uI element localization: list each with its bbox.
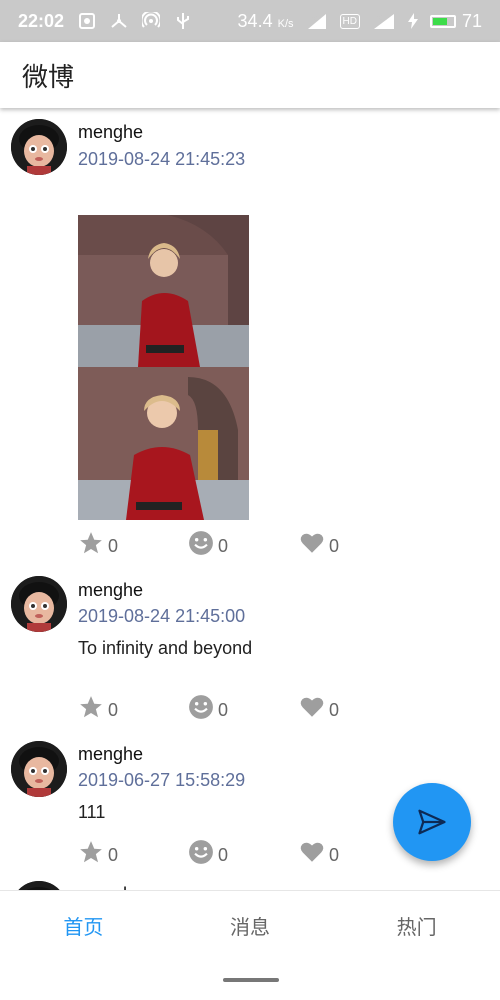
- smile-count: 0: [218, 535, 229, 556]
- smile-icon: [189, 695, 213, 719]
- star-icon: [80, 532, 102, 554]
- signal-icon: 4G+: [372, 12, 396, 30]
- avatar[interactable]: [11, 881, 67, 890]
- like-button[interactable]: 0: [299, 692, 339, 722]
- post-feed[interactable]: menghe 2019-08-24 21:45:23 0 0 0 menghe …: [0, 108, 500, 890]
- net-speed: 34.4 K/s: [237, 10, 294, 31]
- page-title: 微博: [22, 62, 75, 93]
- bottom-nav: 首页 消息 热门: [0, 890, 500, 960]
- battery-level: 71: [461, 10, 482, 31]
- like-count: 0: [329, 535, 340, 556]
- hd-badge: HD: [339, 13, 360, 29]
- tab-hot[interactable]: 热门: [333, 891, 500, 960]
- like-button[interactable]: 0: [299, 528, 339, 558]
- heart-icon: [300, 697, 324, 717]
- star-button[interactable]: 0: [78, 692, 118, 722]
- smile-count: 0: [218, 844, 229, 865]
- signal-icon: 4G: [306, 12, 328, 30]
- smile-button[interactable]: 0: [188, 692, 228, 722]
- like-count: 0: [329, 844, 340, 865]
- smile-icon: [189, 840, 213, 864]
- post-photo[interactable]: [78, 215, 249, 520]
- smile-button[interactable]: 0: [188, 528, 228, 558]
- post-actions: 0 0 0: [78, 528, 358, 558]
- home-gesture-bar[interactable]: [223, 978, 279, 982]
- post-timestamp: 2019-08-24 21:45:23: [78, 149, 246, 169]
- smile-icon: [189, 531, 213, 555]
- clock: 22:02: [18, 10, 65, 31]
- post-actions: 0 0 0: [78, 837, 358, 867]
- star-icon: [80, 696, 102, 718]
- post-item[interactable]: menghe 2019-08-24 21:45:00 To infinity a…: [0, 568, 500, 733]
- tab-home[interactable]: 首页: [0, 891, 167, 960]
- star-count: 0: [108, 844, 119, 865]
- username[interactable]: menghe: [78, 744, 143, 765]
- star-count: 0: [108, 699, 119, 720]
- post-item[interactable]: menghe: [0, 873, 500, 890]
- smile-button[interactable]: 0: [188, 837, 228, 867]
- star-button[interactable]: 0: [78, 528, 118, 558]
- heart-icon: [300, 533, 324, 553]
- post-actions: 0 0 0: [78, 692, 358, 722]
- send-icon: [418, 809, 446, 835]
- post-text: To infinity and beyond: [78, 638, 253, 658]
- hotspot-icon: [142, 12, 161, 30]
- star-button[interactable]: 0: [78, 837, 118, 867]
- avatar[interactable]: [11, 741, 67, 797]
- usb-icon: [174, 12, 192, 30]
- username[interactable]: menghe: [78, 122, 143, 143]
- gesture-area: [0, 960, 500, 1000]
- like-count: 0: [329, 699, 340, 720]
- avatar[interactable]: [11, 119, 67, 175]
- post-timestamp: 2019-08-24 21:45:00: [78, 606, 246, 626]
- star-icon: [80, 841, 102, 863]
- charging-icon: [407, 12, 418, 30]
- post-item[interactable]: menghe 2019-08-24 21:45:23 0 0 0: [0, 108, 500, 568]
- heart-icon: [300, 842, 324, 862]
- username[interactable]: menghe: [78, 580, 143, 601]
- star-count: 0: [108, 535, 119, 556]
- svg-text:4G+: 4G+: [375, 15, 389, 22]
- usb-tether-icon: [110, 12, 128, 30]
- post-timestamp: 2019-06-27 15:58:29: [78, 770, 246, 790]
- status-bar: 22:02 34.4 K/s 4G HD 4G+ 71: [0, 0, 500, 42]
- battery-icon: 71: [429, 10, 482, 32]
- screenshot-icon: [78, 12, 96, 30]
- post-text: 111: [78, 802, 106, 822]
- app-bar: 微博: [0, 42, 500, 108]
- avatar[interactable]: [11, 576, 67, 632]
- smile-count: 0: [218, 699, 229, 720]
- svg-text:4G: 4G: [310, 16, 319, 23]
- like-button[interactable]: 0: [299, 837, 339, 867]
- tab-messages[interactable]: 消息: [167, 891, 334, 960]
- compose-post-button[interactable]: [393, 783, 471, 861]
